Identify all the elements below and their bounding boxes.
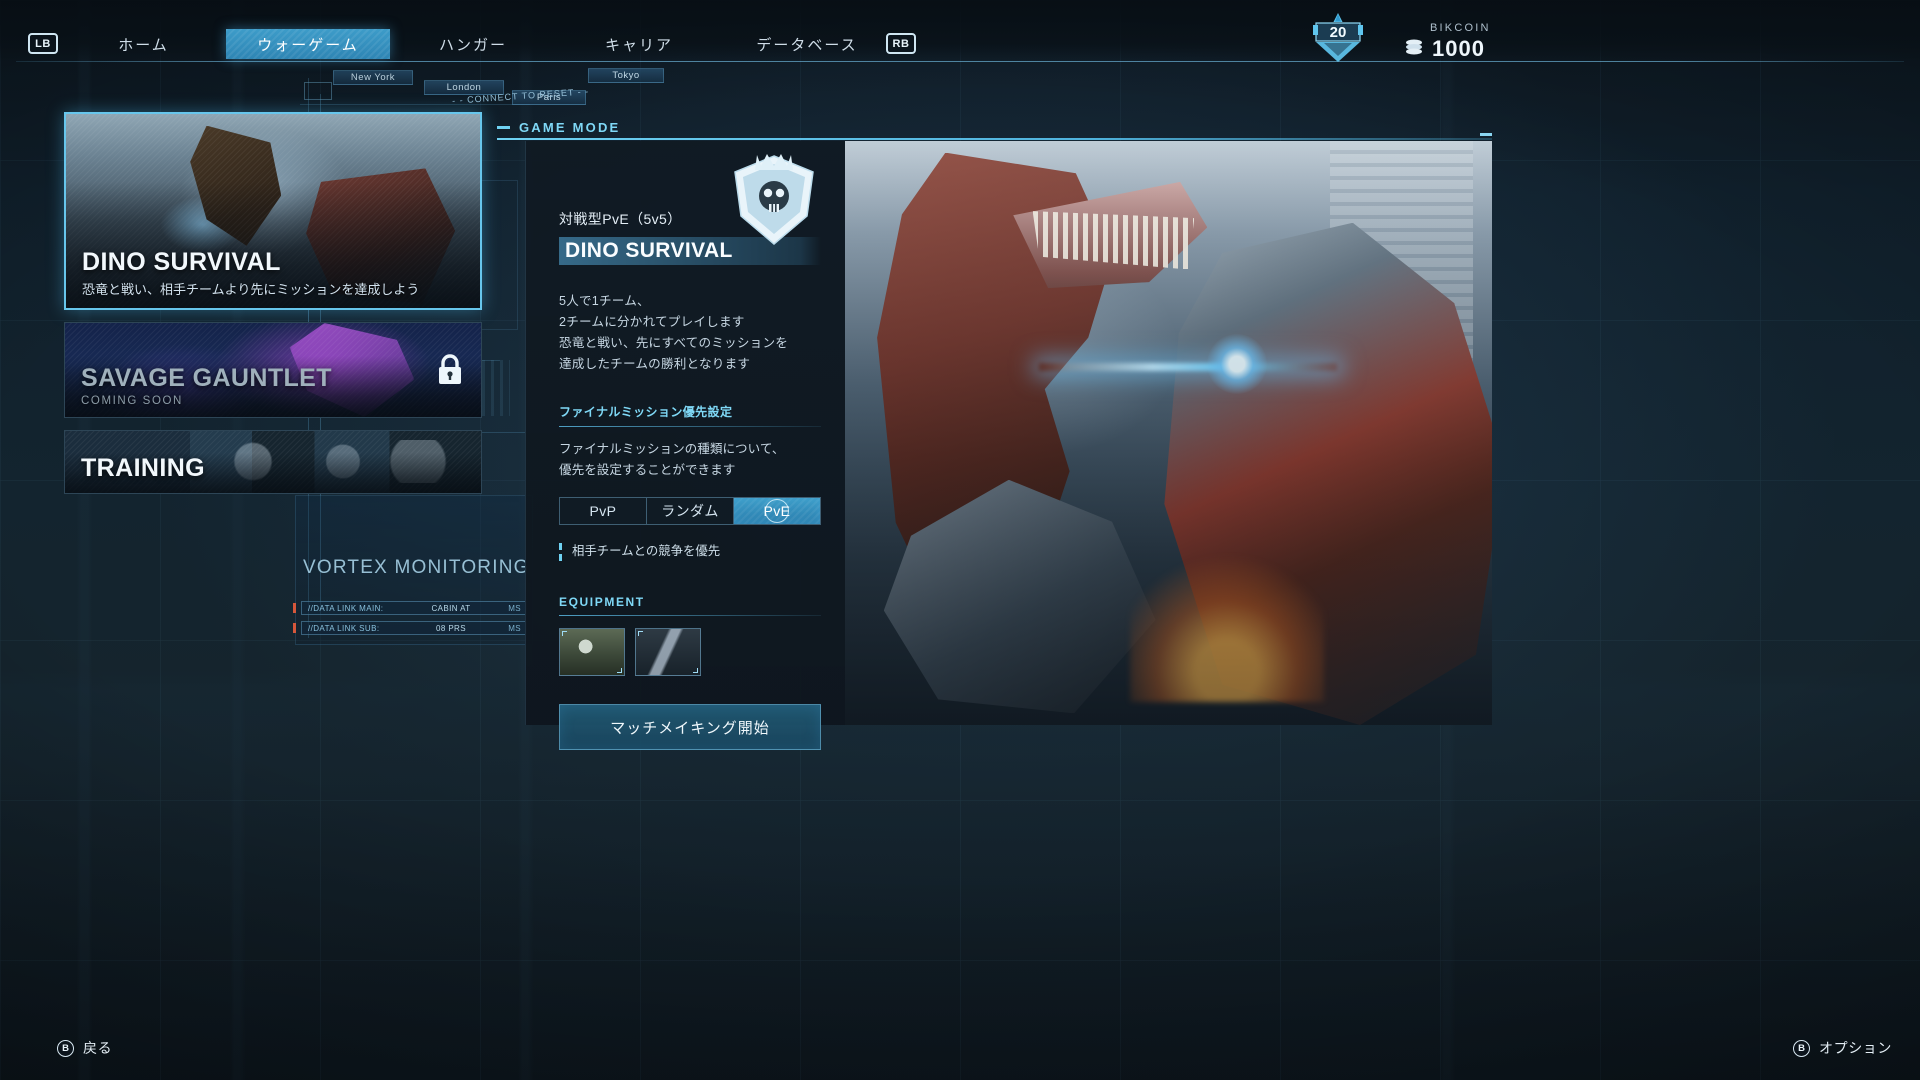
player-level-value: 20: [1330, 24, 1347, 41]
hud-city-tab: Tokyo: [588, 68, 664, 83]
game-mode-section-header: GAME MODE: [497, 120, 620, 135]
player-level-badge: 20: [1307, 12, 1369, 64]
priority-option-pvp[interactable]: PvP: [560, 498, 647, 524]
priority-section-rule: [559, 426, 821, 427]
back-button-key-icon: B: [57, 1039, 74, 1057]
nav-tab-wargame[interactable]: ウォーゲーム: [226, 29, 390, 59]
slot-corner-icon: [617, 668, 622, 673]
mode-description-line: 2チームに分かれてプレイします: [559, 315, 745, 329]
equipment-heading: EQUIPMENT: [559, 595, 645, 609]
data-link-main-unit: MS: [508, 603, 521, 613]
section-dash-icon: [497, 126, 510, 129]
priority-option-pve[interactable]: PvE: [734, 498, 820, 524]
game-mode-header-label: GAME MODE: [519, 120, 621, 135]
equipment-slot-row: [559, 628, 833, 676]
nav-tab-hangar[interactable]: ハンガー: [424, 29, 522, 59]
left-bumper-button[interactable]: LB: [28, 33, 58, 54]
data-link-main-row: //DATA LINK MAIN: CABIN AT MS: [301, 601, 527, 615]
priority-toggle-group: PvP ランダム PvE: [559, 497, 821, 525]
currency-value: 1000: [1432, 36, 1485, 61]
back-button-label: 戻る: [83, 1040, 113, 1056]
game-mode-header-rule: [497, 138, 1492, 140]
slot-corner-icon: [562, 631, 567, 636]
card-subtitle: COMING SOON: [81, 395, 183, 407]
data-link-sub-value: 08 PRS: [436, 623, 466, 633]
currency-display: BIKCOIN 1000: [1404, 22, 1491, 62]
options-button-key-icon: B: [1793, 1039, 1810, 1057]
options-button-label: オプション: [1819, 1040, 1892, 1056]
mode-crest-icon: [727, 152, 821, 252]
mode-description-line: 恐竜と戦い、先にすべてのミッションを: [559, 336, 789, 350]
lock-icon: [435, 353, 465, 387]
footer-bar: B 戻る B オプション: [0, 1018, 1920, 1080]
back-button[interactable]: B 戻る: [57, 1038, 112, 1058]
priority-section-heading: ファイナルミッション優先設定: [559, 405, 733, 419]
nav-tab-database[interactable]: データベース: [752, 29, 862, 59]
slot-corner-icon: [638, 631, 643, 636]
priority-note: 相手チームとの競争を優先: [559, 541, 833, 565]
mode-description: 5人で1チーム、 2チームに分かれてプレイします 恐竜と戦い、先にすべてのミッシ…: [559, 291, 833, 375]
hud-city-tab: New York: [333, 70, 413, 85]
priority-section-description: ファイナルミッションの種類について、 優先を設定することができます: [559, 439, 833, 481]
card-title: DINO SURVIVAL: [82, 248, 281, 276]
data-link-main-value: CABIN AT: [431, 603, 471, 613]
nav-tab-home[interactable]: ホーム: [96, 29, 191, 59]
data-link-sub-row: //DATA LINK SUB: 08 PRS MS: [301, 621, 527, 635]
start-matchmaking-button[interactable]: マッチメイキング開始: [559, 704, 821, 750]
options-button[interactable]: B オプション: [1793, 1038, 1892, 1058]
hero-atmosphere-overlay: [845, 141, 1492, 725]
vortex-monitoring-panel: VORTEX MONITORING //DATA LINK MAIN: CABI…: [285, 495, 540, 655]
data-link-sub-key: //DATA LINK SUB:: [308, 623, 380, 633]
coin-stack-icon: [1404, 37, 1424, 62]
game-mode-card-savage-gauntlet[interactable]: SAVAGE GAUNTLET COMING SOON: [64, 322, 482, 418]
mode-description-line: 達成したチームの勝利となります: [559, 357, 751, 371]
top-navigation-bar: LB ホーム ウォーゲーム ハンガー キャリア データベース RB 20 BIK…: [0, 0, 1920, 62]
note-tick-marks-icon: [559, 543, 562, 565]
collapse-icon[interactable]: [1480, 133, 1492, 136]
priority-option-random[interactable]: ランダム: [647, 498, 734, 524]
priority-option-label: PvE: [763, 503, 791, 519]
game-mode-hero-image: [845, 141, 1492, 725]
equipment-rule: [559, 615, 821, 616]
card-title: SAVAGE GAUNTLET: [81, 364, 332, 392]
priority-note-text: 相手チームとの競争を優先: [572, 544, 721, 558]
data-link-sub-unit: MS: [508, 623, 521, 633]
priority-option-label: ランダム: [661, 503, 719, 519]
slot-corner-icon: [693, 668, 698, 673]
priority-option-label: PvP: [589, 503, 617, 519]
currency-label: BIKCOIN: [1430, 22, 1491, 34]
equipment-slot-soldier[interactable]: [559, 628, 625, 676]
topbar-divider: [16, 61, 1904, 62]
game-mode-card-training[interactable]: TRAINING: [64, 430, 482, 494]
card-title: TRAINING: [81, 454, 206, 482]
data-link-main-key: //DATA LINK MAIN:: [308, 603, 384, 613]
mode-description-line: 5人で1チーム、: [559, 294, 650, 308]
equipment-slot-weapon[interactable]: [635, 628, 701, 676]
card-subtitle: 恐竜と戦い、相手チームより先にミッションを達成しよう: [82, 282, 420, 297]
priority-description-line: 優先を設定することができます: [559, 463, 736, 477]
game-mode-card-list: DINO SURVIVAL 恐竜と戦い、相手チームより先にミッションを達成しよう…: [64, 112, 482, 506]
vortex-title: VORTEX MONITORING: [303, 557, 530, 578]
priority-description-line: ファイナルミッションの種類について、: [559, 442, 785, 456]
game-mode-card-dino-survival[interactable]: DINO SURVIVAL 恐竜と戦い、相手チームより先にミッションを達成しよう: [64, 112, 482, 310]
nav-tab-career[interactable]: キャリア: [594, 29, 684, 59]
final-mission-priority-section: ファイナルミッション優先設定 ファイナルミッションの種類について、 優先を設定す…: [559, 403, 833, 565]
right-bumper-button[interactable]: RB: [886, 33, 916, 54]
